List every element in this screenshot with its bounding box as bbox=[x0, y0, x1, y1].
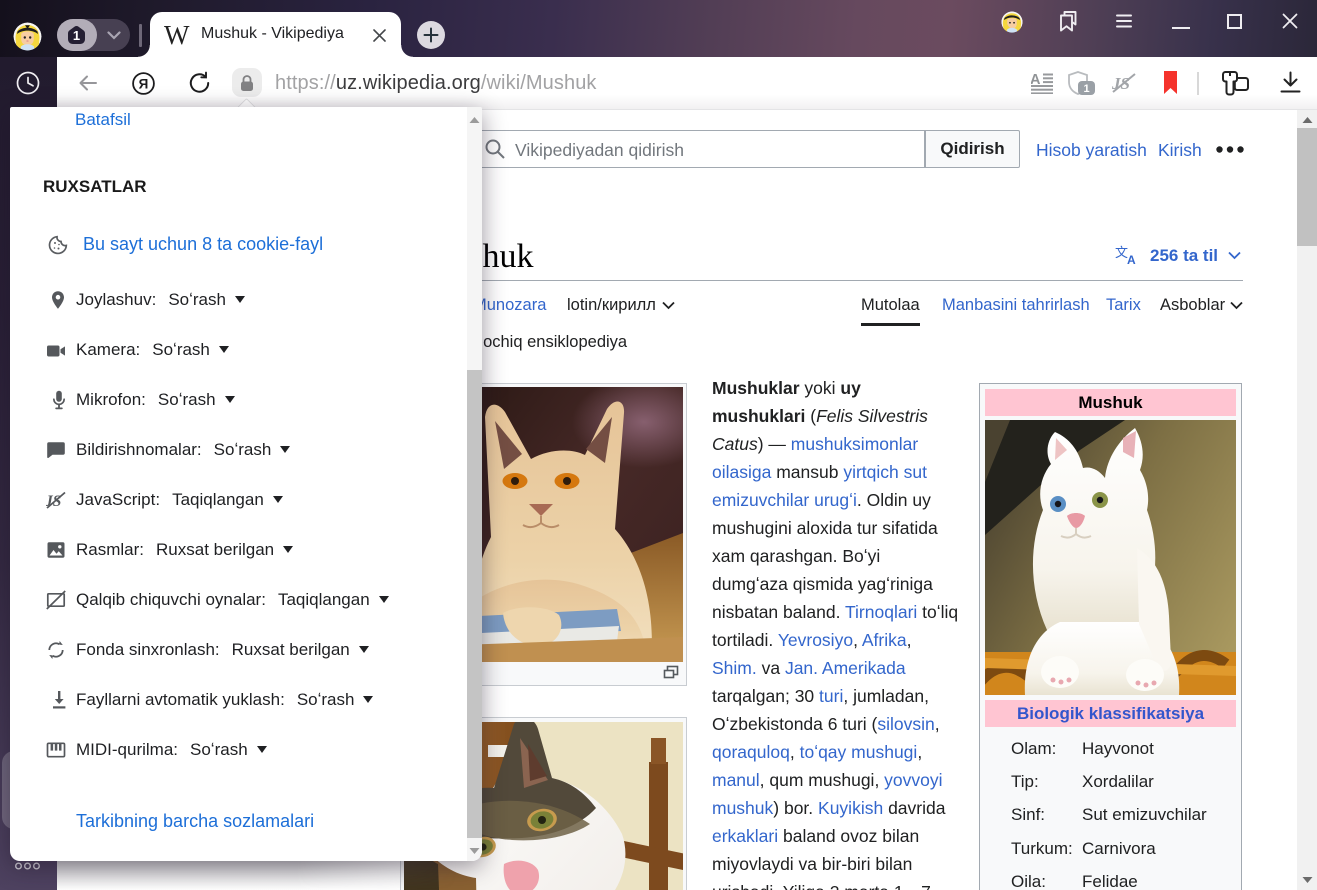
svg-text:1: 1 bbox=[1083, 83, 1089, 95]
svg-text:A: A bbox=[1127, 253, 1136, 266]
svg-text:Я: Я bbox=[139, 76, 149, 91]
svg-text:1: 1 bbox=[73, 28, 80, 43]
